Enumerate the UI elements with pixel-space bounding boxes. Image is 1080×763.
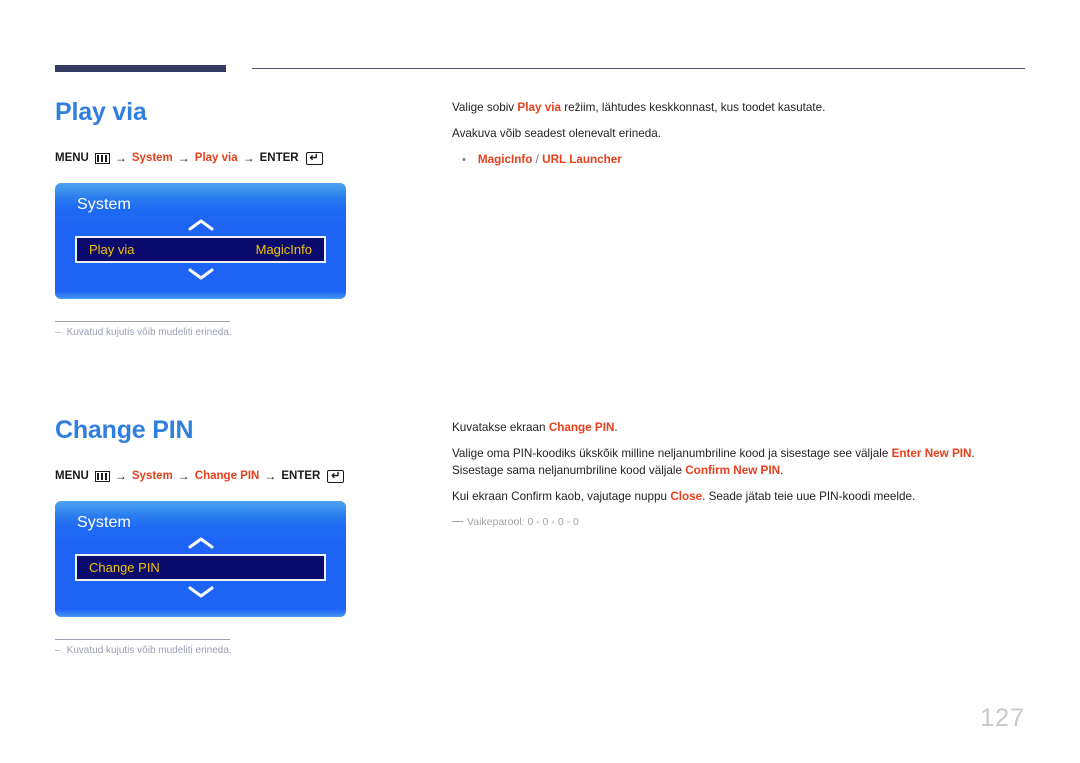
breadcrumb-item-system: System (131, 470, 173, 482)
note-divider (55, 639, 230, 641)
paragraph: Valige sobiv Play via režiim, lähtudes k… (452, 100, 1027, 117)
section-play-via-left: Play via MENU → System → Play via → ENTE… (55, 100, 425, 338)
note-divider (55, 321, 230, 323)
note-dash: – (55, 327, 61, 339)
paragraph: Avakuva võib seadest olenevalt erineda. (452, 126, 1027, 143)
section-change-pin-left: Change PIN MENU → System → Change PIN → … (55, 418, 425, 656)
list-item: • MagicInfo / URL Launcher (452, 153, 1027, 169)
osd-row-value: MagicInfo (255, 242, 312, 258)
bullet-text: MagicInfo / URL Launcher (478, 153, 622, 169)
text-run-highlight: MagicInfo (477, 152, 533, 166)
breadcrumb-play-via: MENU → System → Play via → ENTER ↵ (55, 151, 425, 165)
breadcrumb-item-change-pin: Change PIN (194, 470, 260, 482)
breadcrumb-menu-label: MENU (55, 470, 89, 482)
menu-grid-icon (94, 470, 110, 482)
breadcrumb-arrow: → (114, 469, 127, 483)
breadcrumb-arrow: → (264, 469, 277, 483)
chevron-up-icon[interactable] (55, 532, 346, 554)
text-run: . Seade jätab teie uue PIN-koodi meelde. (702, 489, 916, 503)
text-run: Valige oma PIN-koodiks ükskõik milline n… (452, 446, 892, 460)
osd-row-label: Play via (89, 242, 135, 258)
note-block-change-pin: – Kuvatud kujutis võib mudeliti erineda. (55, 639, 425, 656)
text-run-highlight: Close (670, 489, 703, 503)
page-number: 127 (980, 704, 1025, 732)
chevron-down-icon[interactable] (55, 263, 346, 285)
note-play-via: – Kuvatud kujutis võib mudeliti erineda. (55, 327, 425, 338)
paragraph: Kuvatakse ekraan Change PIN. (452, 420, 1027, 437)
osd-panel-change-pin: System Change PIN (55, 501, 346, 618)
breadcrumb-enter-label: ENTER (259, 152, 299, 164)
text-run: Kuvatakse ekraan (452, 421, 549, 434)
text-run: režiim, lähtudes keskkonnast, kus toodet… (560, 101, 826, 114)
breadcrumb-enter-label: ENTER (281, 470, 321, 482)
text-run-highlight: URL Launcher (542, 152, 622, 166)
enter-return-icon: ↵ (305, 151, 323, 165)
text-run: Valige sobiv (452, 101, 518, 114)
osd-row-label: Change PIN (89, 560, 160, 576)
paragraph: Kui ekraan Confirm kaob, vajutage nuppu … (452, 489, 1027, 506)
header-rule (55, 64, 1025, 76)
paragraph: Valige oma PIN-koodiks ükskõik milline n… (452, 446, 1027, 480)
section-play-via-right: Valige sobiv Play via režiim, lähtudes k… (452, 100, 1027, 169)
note-dash: – (55, 645, 61, 657)
osd-title: System (77, 196, 131, 213)
footnote-text: Vaikeparool: 0 - 0 - 0 - 0 (467, 515, 579, 528)
footnote-default-password: Vaikeparool: 0 - 0 - 0 - 0 (452, 516, 1027, 528)
enter-return-icon: ↵ (327, 469, 345, 483)
text-run-highlight: Change PIN (548, 421, 615, 434)
note-text: Kuvatud kujutis võib mudeliti erineda. (66, 327, 232, 339)
page-title-change-pin: Change PIN (55, 416, 194, 444)
text-run-separator: / (532, 152, 543, 166)
page-title-play-via: Play via (55, 98, 147, 126)
text-run: . (614, 421, 618, 434)
note-block-play-via: – Kuvatud kujutis võib mudeliti erineda. (55, 321, 425, 338)
menu-grid-icon (94, 152, 110, 164)
header-rule-thin (252, 68, 1025, 69)
breadcrumb-menu-label: MENU (55, 152, 89, 164)
text-run-highlight: Play via (517, 101, 561, 114)
osd-row-change-pin[interactable]: Change PIN (75, 554, 326, 582)
osd-title: System (77, 514, 131, 531)
breadcrumb-change-pin: MENU → System → Change PIN → ENTER ↵ (55, 469, 425, 483)
text-run: Kui ekraan Confirm kaob, vajutage nuppu (452, 489, 671, 503)
text-run: Avakuva võib seadest olenevalt erineda. (452, 126, 661, 140)
header-rule-thick (55, 65, 226, 72)
breadcrumb-arrow: → (177, 151, 190, 165)
text-run-highlight: Confirm New PIN (685, 463, 781, 477)
breadcrumb-arrow: → (242, 151, 255, 165)
osd-row-play-via[interactable]: Play via MagicInfo (75, 236, 326, 264)
text-run: . (780, 463, 784, 477)
breadcrumb-arrow: → (114, 151, 127, 165)
footnote-dash-icon (452, 520, 463, 523)
section-change-pin-right: Kuvatakse ekraan Change PIN. Valige oma … (452, 420, 1027, 528)
document-page: Play via MENU → System → Play via → ENTE… (0, 0, 1080, 763)
note-change-pin: – Kuvatud kujutis võib mudeliti erineda. (55, 645, 425, 656)
chevron-down-icon[interactable] (55, 581, 346, 603)
breadcrumb-item-system: System (131, 152, 173, 164)
breadcrumb-arrow: → (177, 469, 190, 483)
bullet-dot-icon: • (462, 153, 466, 166)
note-text: Kuvatud kujutis võib mudeliti erineda. (66, 645, 232, 657)
text-run-highlight: Enter New PIN (891, 446, 972, 460)
breadcrumb-item-play-via: Play via (194, 152, 238, 164)
osd-panel-play-via: System Play via MagicInfo (55, 183, 346, 300)
chevron-up-icon[interactable] (55, 214, 346, 236)
